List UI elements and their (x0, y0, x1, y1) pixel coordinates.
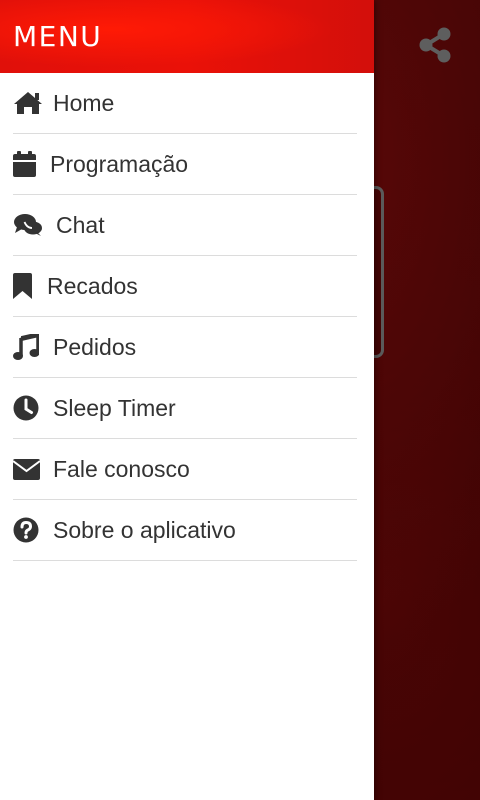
home-icon (13, 88, 43, 118)
share-icon (417, 26, 453, 69)
menu-item-label: Pedidos (53, 333, 137, 360)
menu-item-label: Recados (47, 272, 138, 299)
menu-item-recados[interactable]: Recados (13, 256, 357, 317)
menu-item-label: Sleep Timer (53, 394, 176, 421)
bookmark-icon (13, 271, 37, 301)
navigation-drawer: MENU Home Programação Chat Recados Pedid… (0, 0, 374, 800)
share-button[interactable] (414, 26, 456, 68)
drawer-title: MENU (13, 20, 103, 53)
menu-item-label: Fale conosco (53, 455, 190, 482)
chat-icon (13, 210, 43, 240)
menu-item-fale-conosco[interactable]: Fale conosco (13, 439, 357, 500)
music-note-icon (13, 332, 43, 362)
menu-item-sobre[interactable]: Sobre o aplicativo (13, 500, 357, 561)
menu-item-label: Programação (50, 150, 189, 177)
menu-item-sleep-timer[interactable]: Sleep Timer (13, 378, 357, 439)
menu-item-programacao[interactable]: Programação (13, 134, 357, 195)
clock-icon (13, 393, 43, 423)
menu-list: Home Programação Chat Recados Pedidos Sl… (0, 73, 374, 561)
envelope-icon (13, 454, 43, 484)
menu-item-home[interactable]: Home (13, 73, 357, 134)
menu-item-pedidos[interactable]: Pedidos (13, 317, 357, 378)
calendar-icon (13, 149, 37, 179)
menu-item-label: Home (53, 89, 115, 116)
menu-item-chat[interactable]: Chat (13, 195, 357, 256)
question-circle-icon (13, 515, 43, 545)
drawer-header: MENU (0, 0, 374, 73)
menu-item-label: Chat (56, 211, 105, 238)
menu-item-label: Sobre o aplicativo (53, 516, 236, 543)
